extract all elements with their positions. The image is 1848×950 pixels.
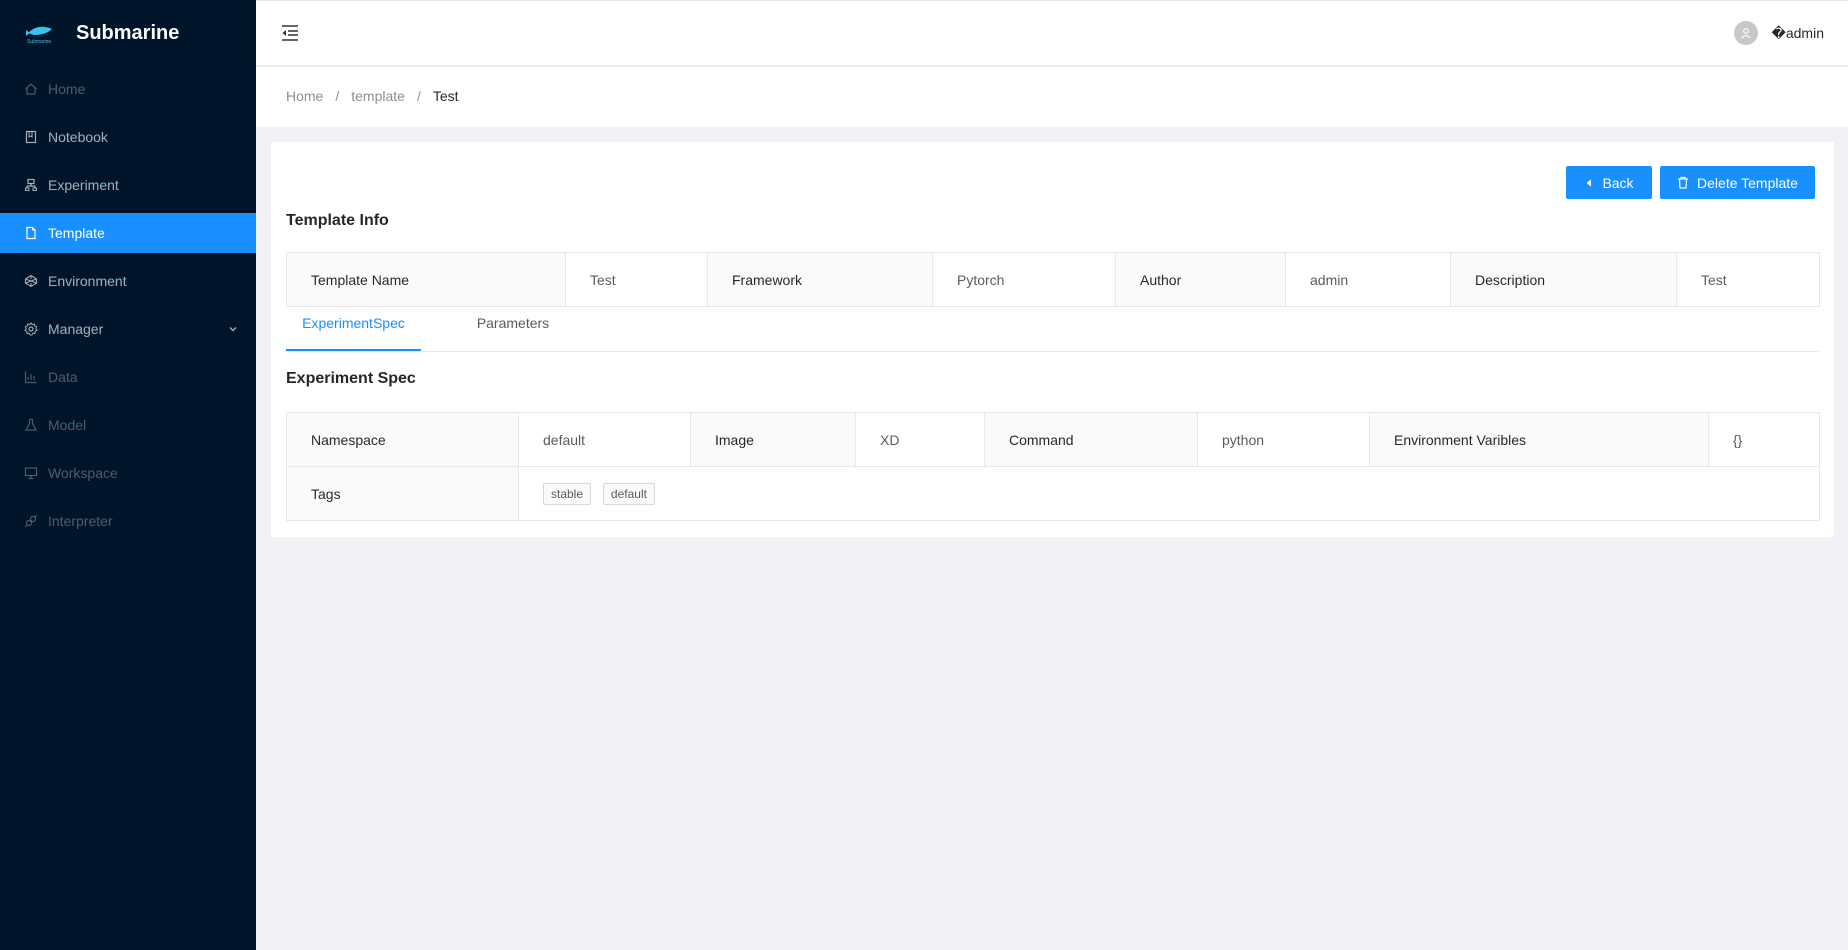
codepen-icon	[24, 274, 38, 288]
field-label: Template Name	[286, 252, 566, 307]
template-info-title: Template Info	[286, 212, 389, 229]
sidebar-item-label: Template	[48, 225, 105, 241]
sidebar-item-label: Workspace	[48, 465, 118, 481]
sidebar-item-experiment[interactable]: Experiment	[0, 165, 256, 205]
caret-left-icon	[1586, 179, 1592, 186]
delete-template-button[interactable]: Delete Template	[1660, 166, 1815, 199]
sidebar-item-workspace[interactable]: Workspace	[0, 453, 256, 493]
user-menu[interactable]: �admin	[1733, 21, 1825, 45]
field-value: Pytorch	[932, 252, 1116, 307]
breadcrumb: Home / template / Test	[286, 88, 459, 104]
book-icon	[24, 130, 38, 144]
tags-value: stable default	[518, 466, 1820, 521]
field-value: XD	[855, 412, 985, 467]
breadcrumb-bar: Home / template / Test	[256, 66, 1848, 127]
field-value: Test	[565, 252, 708, 307]
field-value: python	[1197, 412, 1370, 467]
spec-tabs: ExperimentSpec Parameters	[286, 300, 1819, 352]
field-label: Author	[1115, 252, 1286, 307]
setting-icon	[24, 322, 38, 336]
sidebar-item-label: Environment	[48, 273, 127, 289]
sidebar-item-home[interactable]: Home	[0, 69, 256, 109]
breadcrumb-home[interactable]: Home	[286, 88, 323, 104]
field-value: admin	[1285, 252, 1451, 307]
experiment-spec-table: Namespace default Image XD Command pytho…	[286, 412, 1820, 521]
submarine-logo-icon: Submarine	[24, 21, 56, 45]
field-value: {}	[1708, 412, 1820, 467]
desktop-icon	[24, 466, 38, 480]
sidebar-item-label: Data	[48, 369, 78, 385]
sidebar-item-template[interactable]: Template	[0, 213, 256, 253]
sidebar-item-model[interactable]: Model	[0, 405, 256, 445]
sidebar-item-manager[interactable]: Manager	[0, 309, 256, 349]
field-label: Image	[690, 412, 856, 467]
breadcrumb-template[interactable]: template	[351, 88, 405, 104]
sidebar-menu: Home Notebook Experiment Template Enviro…	[0, 69, 256, 541]
template-detail-card: Back Delete Template Template Info Templ…	[271, 142, 1834, 537]
tab-parameters[interactable]: Parameters	[468, 300, 558, 351]
sidebar-item-data[interactable]: Data	[0, 357, 256, 397]
sidebar-item-label: Model	[48, 417, 87, 433]
experiment-icon	[24, 418, 38, 432]
user-name[interactable]: �admin	[1772, 25, 1825, 42]
file-icon	[24, 226, 38, 240]
delete-icon	[1678, 176, 1689, 189]
app-title: Submarine	[76, 21, 180, 44]
table-row: Template Name Test Framework Pytorch Aut…	[286, 252, 1820, 307]
back-button-label: Back	[1602, 174, 1634, 191]
menu-fold-icon[interactable]	[280, 23, 300, 43]
top-header: �admin	[256, 0, 1848, 65]
sidebar-item-label: Home	[48, 81, 86, 97]
delete-button-label: Delete Template	[1697, 174, 1798, 191]
field-label: Description	[1450, 252, 1677, 307]
field-value: Test	[1676, 252, 1820, 307]
api-icon	[24, 514, 38, 528]
tag: stable	[543, 482, 592, 505]
table-row: Namespace default Image XD Command pytho…	[286, 412, 1820, 467]
sidebar-item-label: Manager	[48, 321, 104, 337]
breadcrumb-separator: /	[335, 88, 340, 104]
home-icon	[24, 82, 38, 96]
field-label: Namespace	[286, 412, 519, 467]
sidebar-item-label: Interpreter	[48, 513, 113, 529]
back-button[interactable]: Back	[1566, 166, 1652, 199]
sidebar: Submarine Submarine Home Notebook Experi…	[0, 0, 256, 950]
tab-experimentspec[interactable]: ExperimentSpec	[286, 300, 421, 351]
sidebar-item-label: Notebook	[48, 129, 108, 145]
breadcrumb-separator: /	[416, 88, 421, 104]
tags-label: Tags	[286, 466, 519, 521]
sidebar-item-label: Experiment	[48, 177, 119, 193]
sidebar-item-notebook[interactable]: Notebook	[0, 117, 256, 157]
tag: default	[602, 482, 655, 505]
field-label: Environment Varibles	[1369, 412, 1709, 467]
breadcrumb-current: Test	[432, 88, 459, 104]
field-label: Framework	[707, 252, 933, 307]
field-label: Command	[984, 412, 1198, 467]
sidebar-item-environment[interactable]: Environment	[0, 261, 256, 301]
avatar[interactable]	[1733, 21, 1758, 45]
svg-text:Submarine: Submarine	[27, 39, 51, 45]
cluster-icon	[24, 178, 38, 192]
bar-chart-icon	[24, 370, 38, 384]
chevron-down-icon[interactable]	[228, 321, 238, 337]
field-value: default	[518, 412, 691, 467]
sidebar-item-interpreter[interactable]: Interpreter	[0, 501, 256, 541]
experiment-spec-title: Experiment Spec	[286, 370, 416, 387]
template-info-table: Template Name Test Framework Pytorch Aut…	[286, 252, 1820, 307]
table-row: Tags stable default	[286, 466, 1820, 521]
logo[interactable]: Submarine Submarine	[0, 0, 256, 66]
